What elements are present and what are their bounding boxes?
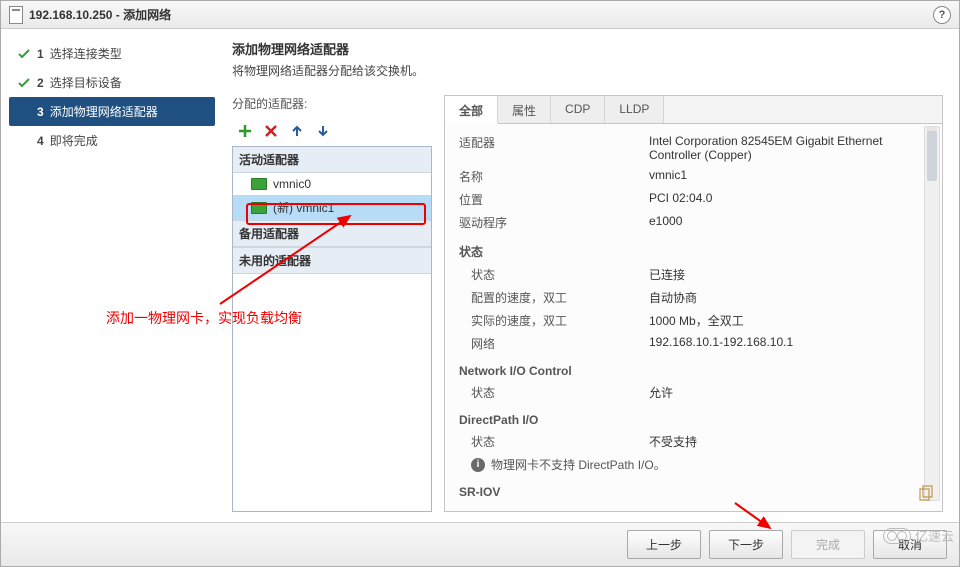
step-label: 添加物理网络适配器 (50, 103, 158, 120)
k-nioc: 状态 (459, 384, 649, 401)
k-status: 状态 (459, 266, 649, 283)
help-icon[interactable]: ? (933, 6, 951, 24)
step-label: 即将完成 (50, 132, 98, 149)
step-label: 选择连接类型 (50, 45, 122, 62)
details-scroll: 适配器Intel Corporation 82545EM Gigabit Eth… (445, 124, 942, 511)
prev-button[interactable]: 上一步 (627, 530, 701, 559)
step-num: 4 (37, 134, 44, 148)
page-heading: 添加物理网络适配器 (232, 39, 943, 58)
finish-button: 完成 (791, 530, 865, 559)
alloc-label: 分配的适配器: (232, 95, 432, 112)
wizard-window: 192.168.10.250 - 添加网络 ? 1 选择连接类型 2 选择目标设… (0, 0, 960, 567)
k-dp: 状态 (459, 433, 649, 450)
scroll-thumb[interactable] (927, 131, 937, 181)
group-active: 活动适配器 (233, 147, 431, 173)
nic-icon (251, 202, 267, 214)
step-sidebar: 1 选择连接类型 2 选择目标设备 3 添加物理网络适配器 4 即将完成 (1, 29, 216, 522)
sec-nioc: Network I/O Control (459, 364, 912, 378)
v-cfg: 自动协商 (649, 289, 912, 306)
v-act: 1000 Mb，全双工 (649, 312, 912, 329)
v-status: 已连接 (649, 266, 912, 283)
wizard-footer: 上一步 下一步 完成 取消 (1, 522, 959, 566)
nic-icon (251, 178, 267, 190)
adapter-vmnic0[interactable]: vmnic0 (233, 173, 431, 195)
k-cfg: 配置的速度，双工 (459, 289, 649, 306)
step-1[interactable]: 1 选择连接类型 (9, 39, 215, 68)
group-standby: 备用适配器 (233, 220, 431, 247)
adapter-details-panel: 全部 属性 CDP LLDP 适配器Intel Corporation 8254… (444, 95, 943, 512)
tab-lldp[interactable]: LLDP (605, 96, 664, 123)
adapter-box: 活动适配器 vmnic0 (新) vmnic1 备用适配器 未用的适配器 (232, 146, 432, 512)
vertical-scrollbar[interactable] (924, 126, 940, 501)
dp-info-text: 物理网卡不支持 DirectPath I/O。 (491, 456, 666, 473)
sec-status: 状态 (459, 243, 912, 260)
step-3[interactable]: 3 添加物理网络适配器 (9, 97, 215, 126)
v-dp: 不受支持 (649, 433, 912, 450)
step-4[interactable]: 4 即将完成 (9, 126, 215, 155)
step-label: 选择目标设备 (50, 74, 122, 91)
add-icon[interactable] (236, 122, 254, 140)
move-up-icon[interactable] (288, 122, 306, 140)
v-adapter: Intel Corporation 82545EM Gigabit Ethern… (649, 134, 912, 162)
window-title: 192.168.10.250 - 添加网络 (29, 6, 171, 23)
empty-icon (17, 134, 31, 148)
v-net: 192.168.10.1-192.168.10.1 (649, 335, 912, 352)
tab-cdp[interactable]: CDP (551, 96, 605, 123)
detail-tabs: 全部 属性 CDP LLDP (445, 96, 942, 124)
empty-icon (17, 105, 31, 119)
group-unused: 未用的适配器 (233, 247, 431, 274)
copy-icon[interactable] (918, 485, 934, 501)
k-net: 网络 (459, 335, 649, 352)
next-button[interactable]: 下一步 (709, 530, 783, 559)
v-nioc: 允许 (649, 384, 912, 401)
title-bar: 192.168.10.250 - 添加网络 ? (1, 1, 959, 29)
tab-props[interactable]: 属性 (498, 96, 551, 123)
adapter-label: vmnic0 (273, 177, 311, 191)
cancel-button[interactable]: 取消 (873, 530, 947, 559)
tab-all[interactable]: 全部 (445, 96, 498, 124)
adapter-list-panel: 分配的适配器: 活动适配器 vmnic0 (232, 95, 432, 512)
adapter-label: (新) vmnic1 (273, 199, 334, 216)
k-drv: 驱动程序 (459, 214, 649, 231)
main-panel: 添加物理网络适配器 将物理网络适配器分配给该交换机。 分配的适配器: 活动适配器 (216, 29, 959, 522)
k-adapter: 适配器 (459, 134, 649, 162)
k-act: 实际的速度，双工 (459, 312, 649, 329)
sec-dp: DirectPath I/O (459, 413, 912, 427)
remove-icon[interactable] (262, 122, 280, 140)
k-name: 名称 (459, 168, 649, 185)
step-num: 3 (37, 105, 44, 119)
host-icon (9, 6, 23, 24)
step-num: 1 (37, 47, 44, 61)
adapter-vmnic1[interactable]: (新) vmnic1 (233, 195, 431, 220)
info-icon: i (471, 458, 485, 472)
v-name: vmnic1 (649, 168, 912, 185)
check-icon (17, 76, 31, 90)
check-icon (17, 47, 31, 61)
step-2[interactable]: 2 选择目标设备 (9, 68, 215, 97)
k-loc: 位置 (459, 191, 649, 208)
move-down-icon[interactable] (314, 122, 332, 140)
v-drv: e1000 (649, 214, 912, 231)
page-subheading: 将物理网络适配器分配给该交换机。 (232, 62, 943, 79)
step-num: 2 (37, 76, 44, 90)
sec-sriov: SR-IOV (459, 485, 912, 499)
adapter-toolbar (232, 120, 432, 142)
v-loc: PCI 02:04.0 (649, 191, 912, 208)
